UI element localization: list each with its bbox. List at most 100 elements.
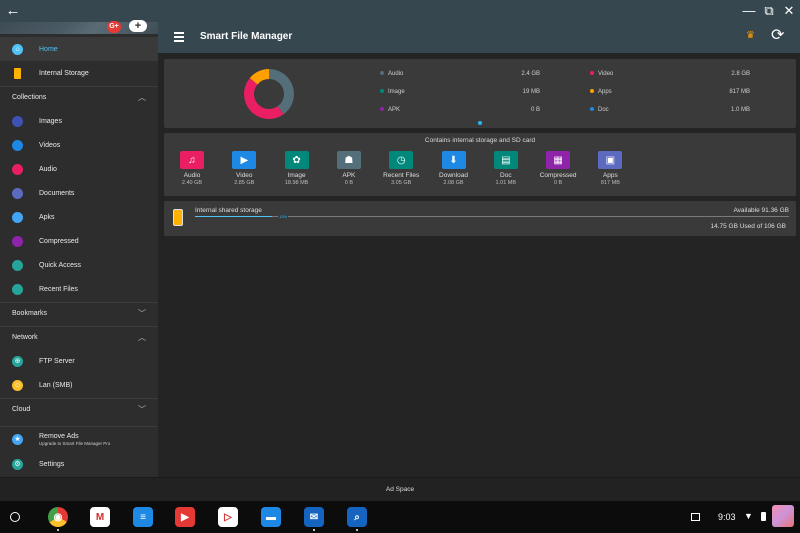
category-doc[interactable]: ▤ Doc 1.01 MB <box>480 151 532 186</box>
category-apps[interactable]: ▣ Apps 817 MB <box>584 151 636 186</box>
legend-item-image: Image <box>380 89 405 95</box>
cloud-section-header[interactable]: Cloud ﹀ <box>0 397 158 421</box>
category-compressed[interactable]: ▦ Compressed 0 B <box>532 151 584 186</box>
documents-icon <box>12 187 23 199</box>
divider <box>0 426 158 427</box>
collections-section-header[interactable]: Collections ︿ <box>0 85 158 109</box>
category-video[interactable]: ▶ Video 2.85 GB <box>218 151 270 186</box>
gmail-icon[interactable]: M <box>90 507 110 527</box>
audio-icon <box>12 163 23 175</box>
crown-icon[interactable]: ♛ <box>746 30 755 41</box>
sidebar-item-home[interactable]: ⌂ Home <box>0 37 158 61</box>
restore-button[interactable]: ⧉ <box>760 2 778 20</box>
sidebar-item-apks[interactable]: Apks <box>0 205 158 229</box>
sidebar-item-compressed[interactable]: Compressed <box>0 229 158 253</box>
clock[interactable]: 9:03 <box>718 512 736 522</box>
category-name: Image <box>287 172 306 179</box>
legend-item-apk: APK <box>380 107 400 113</box>
category-size: 1.01 MB <box>495 180 517 186</box>
legend-label: APK <box>388 107 401 113</box>
sidebar-item-settings[interactable]: ⚙ Settings <box>0 452 158 476</box>
category-name: Apps <box>602 172 618 179</box>
category-name: Video <box>236 172 253 179</box>
category-apk[interactable]: ☗ APK 0 B <box>323 151 375 186</box>
battery-icon[interactable] <box>761 512 766 521</box>
launcher-button[interactable] <box>10 512 20 522</box>
google-account-icon[interactable]: G+ <box>107 21 121 33</box>
legend-label: Audio <box>388 71 404 77</box>
wifi-icon[interactable]: ▼ <box>744 511 753 521</box>
network-section-header[interactable]: Network ︿ <box>0 325 158 349</box>
apks-icon <box>12 211 23 223</box>
sidebar-item-images[interactable]: Images <box>0 109 158 133</box>
legend-label: Apps <box>598 89 612 95</box>
sidebar-item-lan-smb[interactable]: ☺ Lan (SMB) <box>0 373 158 397</box>
audio-folder-icon: ♫ <box>180 151 204 169</box>
docs-icon[interactable]: ≡ <box>133 507 153 527</box>
chevron-down-icon: ﹀ <box>138 404 146 414</box>
screenshot-icon[interactable] <box>691 513 700 521</box>
category-image[interactable]: ✿ Image 18.98 MB <box>271 151 323 186</box>
remove-ads-subtitle: Upgrade to Smart File Manager Pro <box>39 440 111 446</box>
internal-storage-card[interactable]: Internal shared storage Available 91.36 … <box>164 201 796 236</box>
sidebar-item-recent-files[interactable]: Recent Files <box>0 277 158 301</box>
category-size: 2.85 GB <box>234 180 255 186</box>
inbox-icon[interactable]: ✉ <box>304 507 324 527</box>
chevron-up-icon: ︿ <box>138 332 146 342</box>
storage-percent: 13% <box>278 214 289 219</box>
files-icon[interactable]: ▬ <box>261 507 281 527</box>
chrome-icon[interactable]: ◉ <box>48 507 68 527</box>
category-recent-files[interactable]: ◷ Recent Files 3.05 GB <box>375 151 427 186</box>
sidebar-item-label: Lan (SMB) <box>39 381 73 389</box>
clock-icon <box>12 283 23 295</box>
sidebar-item-label: Documents <box>39 189 75 197</box>
chevron-up-icon: ︿ <box>138 92 146 102</box>
back-arrow-icon[interactable]: ← <box>4 2 22 20</box>
category-size: 0 B <box>344 180 354 186</box>
phone-storage-icon <box>173 209 183 226</box>
sidebar-item-documents[interactable]: Documents <box>0 181 158 205</box>
remove-ads-icon: ★ <box>12 433 23 445</box>
sidebar-item-videos[interactable]: Videos <box>0 133 158 157</box>
sidebar-item-label: Audio <box>39 165 57 173</box>
chevron-down-icon: ﹀ <box>138 308 146 318</box>
legend-value: 1.0 MB <box>730 107 750 113</box>
minimize-button[interactable]: — <box>740 2 758 20</box>
sidebar-item-ftp-server[interactable]: ⊕ FTP Server <box>0 349 158 373</box>
videos-icon <box>12 139 23 151</box>
play-store-icon[interactable]: ▷ <box>218 507 238 527</box>
remove-ads-text: Remove Ads Upgrade to Smart File Manager… <box>39 433 110 446</box>
sidebar-item-label: Home <box>39 45 58 53</box>
menu-icon[interactable] <box>174 32 184 42</box>
youtube-icon[interactable]: ▶ <box>175 507 195 527</box>
category-download[interactable]: ⬇ Download 2.08 GB <box>428 151 480 186</box>
categories-header: Contains internal storage and SD card <box>424 137 536 144</box>
refresh-icon[interactable]: ⟳ <box>771 27 784 45</box>
category-name: Compressed <box>539 172 577 179</box>
category-audio[interactable]: ♫ Audio 2.40 GB <box>166 151 218 186</box>
remove-ads-title: Remove Ads <box>39 432 79 440</box>
sidebar-item-audio[interactable]: Audio <box>0 157 158 181</box>
bookmarks-section-header[interactable]: Bookmarks ﹀ <box>0 301 158 325</box>
close-button[interactable]: ✕ <box>780 2 798 20</box>
add-account-button[interactable]: + <box>129 20 147 32</box>
storage-summary-card[interactable]: Audio 2.4 GB Video 2.8 GB Image 19 MB Apps 817 … <box>164 59 796 128</box>
video-folder-icon: ▶ <box>232 151 257 169</box>
category-name: Audio <box>183 172 201 179</box>
user-avatar[interactable] <box>772 505 794 527</box>
legend-value: 817 MB <box>729 89 750 95</box>
legend-value: 19 MB <box>522 89 540 95</box>
app-toolbar: Smart File Manager ♛ ⟳ <box>158 22 800 53</box>
file-manager-icon[interactable]: ⌕ <box>347 507 367 527</box>
ftp-icon: ⊕ <box>12 355 23 367</box>
sidebar-item-quick-access[interactable]: Quick Access <box>0 253 158 277</box>
category-size: 2.08 GB <box>443 180 464 186</box>
section-title: Network <box>12 333 38 341</box>
category-size: 0 B <box>553 180 563 186</box>
sidebar-item-label: Videos <box>39 141 61 149</box>
remove-ads-item[interactable]: ★ Remove Ads Upgrade to Smart File Manag… <box>0 428 158 450</box>
legend-value: 2.4 GB <box>521 71 540 77</box>
ad-space-banner[interactable]: Ad Space <box>0 477 800 501</box>
category-name: APK <box>342 172 356 179</box>
sidebar-item-internal-storage[interactable]: Internal Storage <box>0 61 158 85</box>
